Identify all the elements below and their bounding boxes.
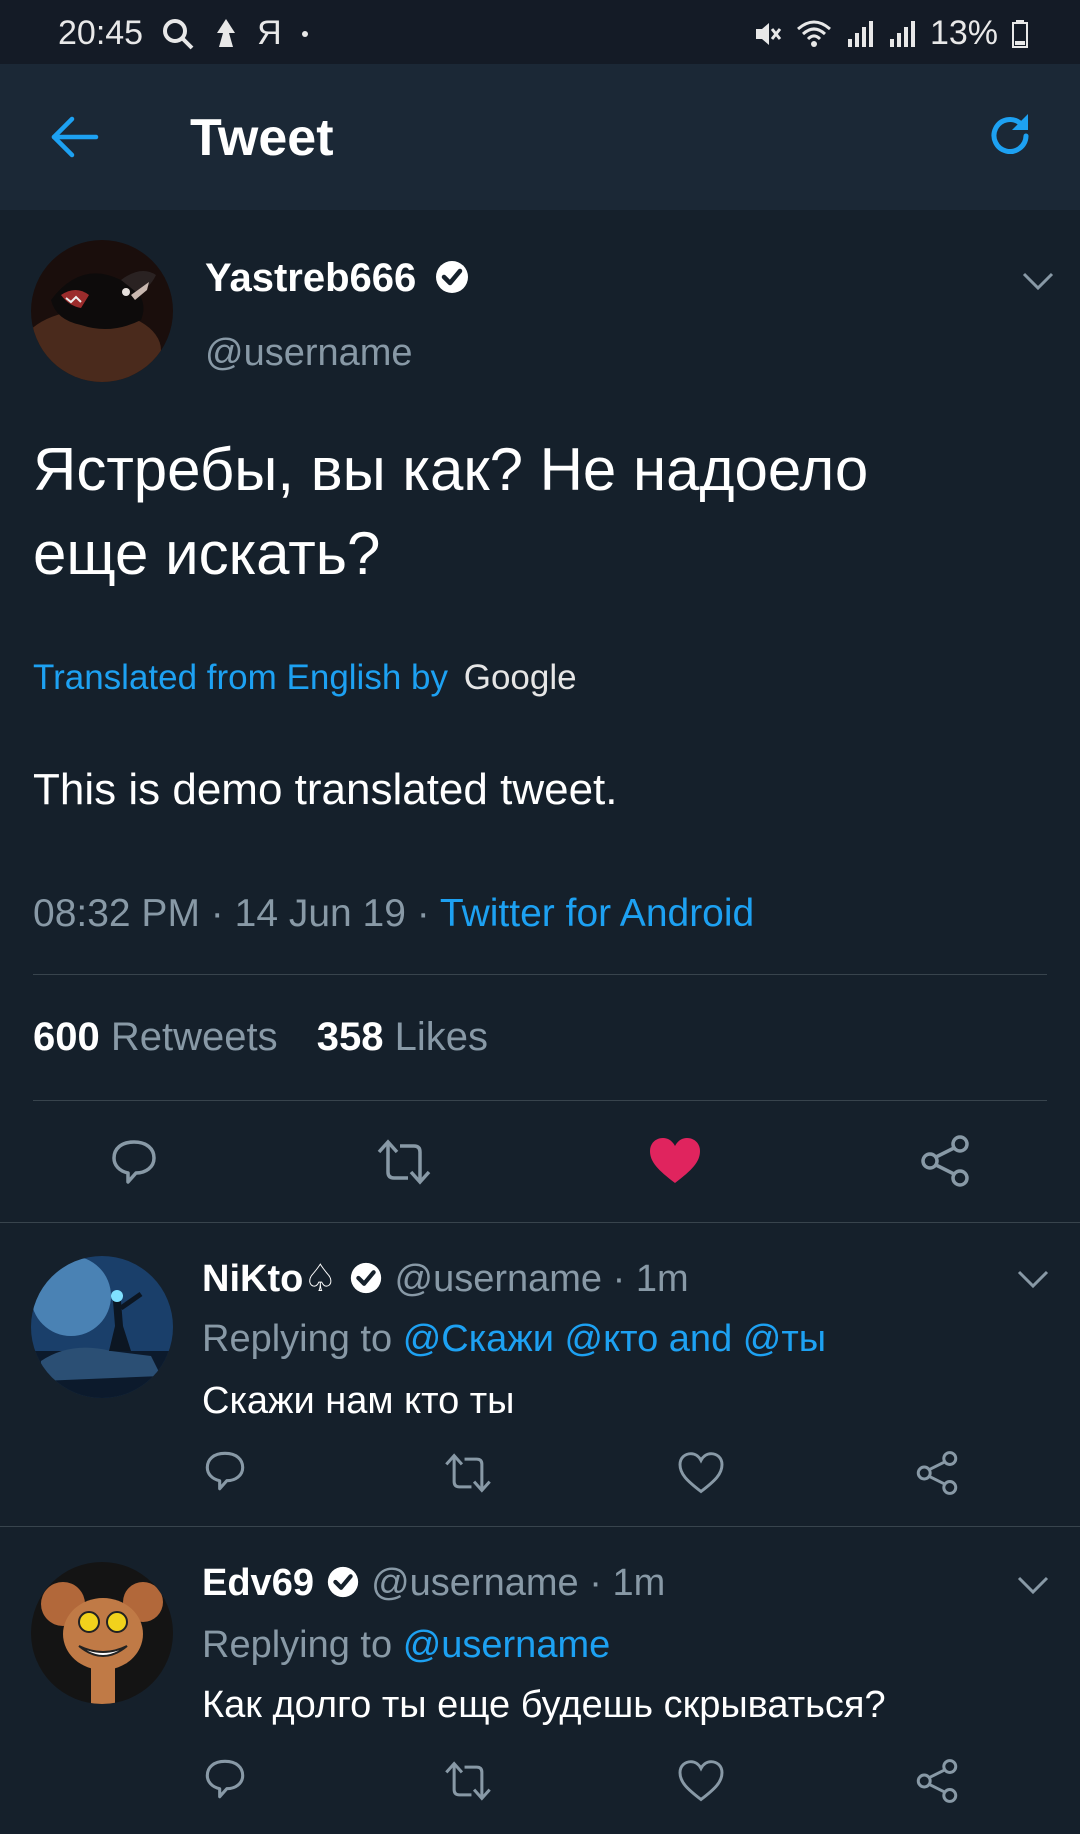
refresh-button[interactable]	[984, 110, 1036, 162]
divider	[33, 1100, 1047, 1101]
arrow-left-icon	[51, 116, 99, 158]
translated-text: This is demo translated tweet.	[33, 765, 618, 814]
app-bar: Tweet	[0, 64, 1080, 210]
chevron-down-icon[interactable]	[1016, 1268, 1050, 1290]
reply-icon[interactable]	[202, 1756, 248, 1802]
display-name[interactable]: Yastreb666	[205, 256, 416, 300]
reply-text: Скажи нам кто ты	[202, 1380, 515, 1422]
refresh-icon	[991, 114, 1029, 154]
back-button[interactable]	[48, 109, 104, 165]
dot-icon	[300, 29, 310, 39]
display-name[interactable]: NiKto♤	[202, 1258, 337, 1300]
chevron-down-icon[interactable]	[1016, 1574, 1050, 1596]
page-title: Tweet	[190, 109, 334, 167]
verified-icon	[436, 261, 469, 294]
like-icon[interactable]	[648, 1136, 702, 1186]
divider	[0, 1222, 1080, 1223]
tweet-text-line: Ястребы, вы как? Не надоело	[33, 436, 869, 503]
status-bar: 20:45 Я 13%	[0, 0, 1080, 64]
reply-time: 1m	[635, 1258, 689, 1300]
tweet-time: 08:32 PM	[33, 892, 200, 935]
reply-header: NiKto♤ @username · 1m	[202, 1258, 689, 1300]
yandex-icon: Я	[257, 14, 282, 52]
battery-icon	[1012, 19, 1028, 49]
author-handle[interactable]: @username	[395, 1258, 603, 1300]
avatar[interactable]	[31, 1256, 173, 1398]
retweet-icon[interactable]	[442, 1450, 494, 1496]
wifi-icon	[796, 19, 832, 49]
display-name[interactable]: Edv69	[202, 1562, 314, 1604]
search-icon	[161, 17, 195, 51]
mention-links[interactable]: @username	[403, 1624, 611, 1666]
author-handle[interactable]: @username	[205, 332, 413, 375]
like-icon[interactable]	[678, 1760, 724, 1802]
divider	[33, 974, 1047, 975]
tweet-text-line: еще искать?	[33, 520, 381, 587]
avatar[interactable]	[31, 1562, 173, 1704]
battery-percent: 13%	[929, 14, 998, 52]
vpn-icon	[213, 17, 239, 51]
like-icon[interactable]	[678, 1452, 724, 1494]
retweet-icon[interactable]	[374, 1136, 434, 1188]
reply-icon[interactable]	[202, 1448, 248, 1494]
signal-icon	[888, 19, 916, 49]
engagement-stats: 600 Retweets 358 Likes	[33, 1015, 488, 1060]
replying-to: Replying to @Скажи @кто and @ты	[202, 1318, 827, 1360]
share-icon[interactable]	[914, 1758, 960, 1804]
tweet-date: 14 Jun 19	[234, 892, 406, 935]
retweet-icon[interactable]	[442, 1758, 494, 1804]
chevron-down-icon[interactable]	[1021, 270, 1055, 292]
author-handle[interactable]: @username	[371, 1562, 579, 1604]
status-time: 20:45	[58, 14, 144, 52]
reply-header: Edv69 @username · 1m	[202, 1562, 666, 1604]
reply-text: Как долго ты еще будешь скрываться?	[202, 1684, 886, 1726]
mute-icon	[752, 19, 782, 49]
tweet-text: Ястребы, вы как? Не надоело еще искать?	[33, 428, 868, 596]
likes-stat[interactable]: 358 Likes	[317, 1015, 488, 1059]
share-icon[interactable]	[918, 1134, 972, 1188]
author-name-row: Yastreb666	[205, 256, 471, 301]
reply-icon[interactable]	[108, 1136, 160, 1188]
translation-attribution: Translated from English by Google	[33, 658, 577, 698]
google-logo: Google	[463, 658, 577, 697]
signal-icon	[846, 19, 874, 49]
translated-label[interactable]: Translated from English by	[33, 658, 448, 697]
reply-time: 1m	[612, 1562, 666, 1604]
retweets-stat[interactable]: 600 Retweets	[33, 1015, 289, 1059]
share-icon[interactable]	[914, 1450, 960, 1496]
divider	[0, 1526, 1080, 1527]
mention-links[interactable]: @Скажи @кто and @ты	[403, 1318, 826, 1360]
avatar[interactable]	[31, 240, 173, 382]
replying-to: Replying to @username	[202, 1624, 611, 1666]
verified-icon	[350, 1262, 382, 1294]
tweet-meta: 08:32 PM · 14 Jun 19 · Twitter for Andro…	[33, 892, 755, 935]
tweet-source-link[interactable]: Twitter for Android	[440, 892, 754, 935]
verified-icon	[327, 1566, 358, 1598]
